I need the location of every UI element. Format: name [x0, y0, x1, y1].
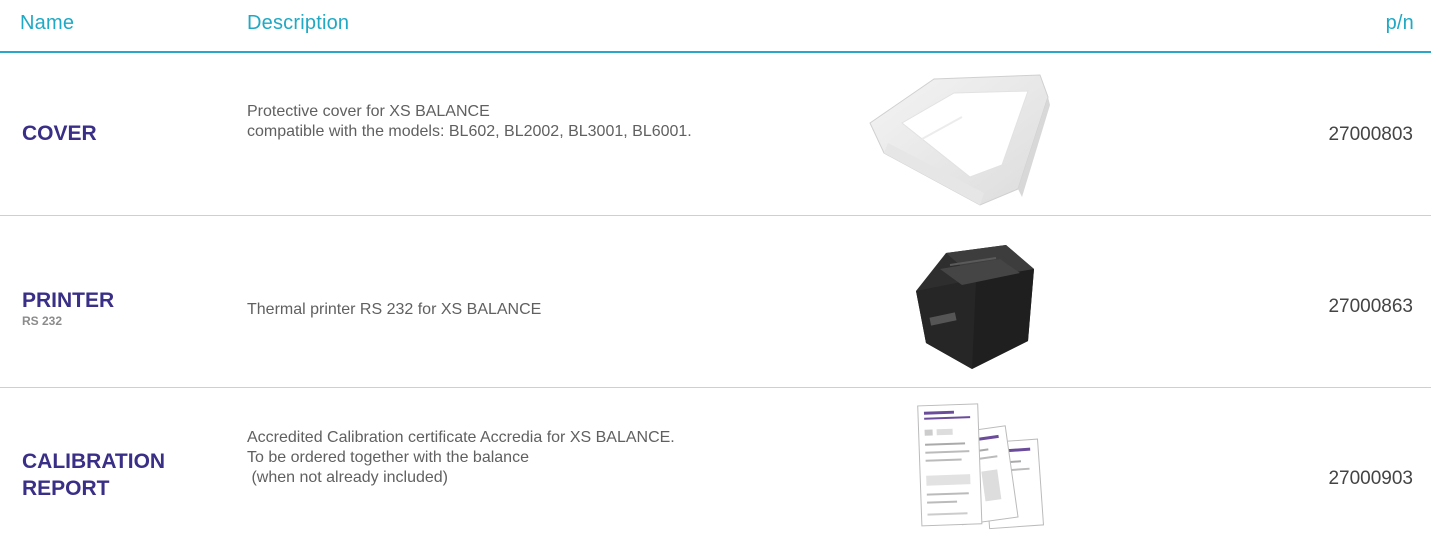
- description-line: Accredited Calibration certificate Accre…: [247, 429, 675, 446]
- header-description: Description: [247, 12, 350, 34]
- product-name-text: COVER: [22, 122, 97, 145]
- description-line: Thermal printer RS 232 for XS BALANCE: [247, 301, 542, 318]
- product-description: Accredited Calibration certificate Accre…: [247, 428, 675, 488]
- product-pn: 27000863: [1328, 296, 1413, 317]
- product-description: Thermal printer RS 232 for XS BALANCE: [247, 300, 541, 320]
- product-subtitle: RS 232: [22, 314, 63, 328]
- header-name: Name: [20, 12, 75, 34]
- product-name: PRINTER RS 232: [22, 287, 114, 328]
- thermal-printer-image: [916, 245, 1034, 369]
- table-row: PRINTER RS 232 Thermal printer RS 232 fo…: [0, 217, 1431, 387]
- product-description: Protective cover for XS BALANCE compatib…: [247, 102, 692, 142]
- product-name-line: CALIBRATION: [22, 450, 166, 473]
- product-name: COVER: [22, 120, 97, 147]
- product-name-text: PRINTER: [22, 289, 115, 312]
- table-row: COVER Protective cover for XS BALANCE co…: [0, 53, 1431, 215]
- calibration-certificate-image: [917, 403, 1045, 530]
- product-pn: 27000903: [1328, 468, 1413, 489]
- description-line: compatible with the models: BL602, BL200…: [247, 123, 692, 140]
- product-pn: 27000803: [1328, 124, 1413, 145]
- description-line: To be ordered together with the balance: [247, 449, 529, 466]
- description-line: Protective cover for XS BALANCE: [247, 103, 490, 120]
- product-name: CALIBRATION REPORT: [22, 448, 165, 502]
- row-divider: [0, 215, 1431, 216]
- table-row: CALIBRATION REPORT Accredited Calibratio…: [0, 389, 1431, 555]
- header-pn: p/n: [1385, 12, 1414, 34]
- description-line: (when not already included): [247, 469, 449, 486]
- transparent-cover-image: [869, 74, 1050, 206]
- table-header: Name Description p/n: [0, 0, 1431, 52]
- product-name-line: REPORT: [22, 477, 110, 500]
- row-divider: [0, 387, 1431, 388]
